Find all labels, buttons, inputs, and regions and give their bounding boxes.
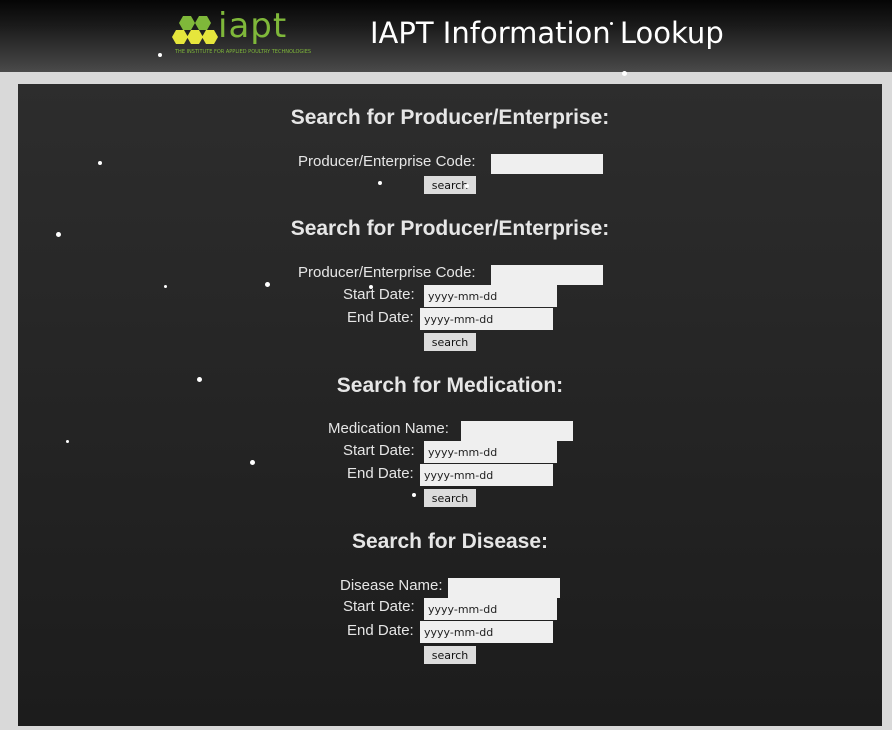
producer-code-label: Producer/Enterprise Code: bbox=[298, 264, 476, 281]
producer-code-input[interactable] bbox=[491, 265, 603, 285]
search-button[interactable]: search bbox=[424, 489, 476, 507]
decorative-dot bbox=[164, 285, 167, 288]
end-date-input[interactable] bbox=[420, 464, 553, 486]
decorative-dot bbox=[197, 377, 202, 382]
page-title: IAPT Information Lookup bbox=[370, 16, 724, 50]
decorative-dot bbox=[610, 22, 613, 25]
iapt-logo[interactable]: iapt THE INSTITUTE FOR APPLIED POULTRY T… bbox=[172, 6, 342, 62]
decorative-dot bbox=[158, 53, 162, 57]
end-date-label: End Date: bbox=[347, 622, 414, 639]
end-date-input[interactable] bbox=[420, 308, 553, 330]
medication-name-label: Medication Name: bbox=[328, 420, 449, 437]
hexagon-logo-icon bbox=[172, 16, 218, 44]
end-date-label: End Date: bbox=[347, 309, 414, 326]
decorative-dot bbox=[56, 232, 61, 237]
end-date-input[interactable] bbox=[420, 621, 553, 643]
logo-tagline: THE INSTITUTE FOR APPLIED POULTRY TECHNO… bbox=[175, 49, 312, 55]
search-button[interactable]: search bbox=[424, 646, 476, 664]
decorative-dot bbox=[98, 161, 102, 165]
section-heading: Search for Producer/Enterprise: bbox=[290, 217, 610, 240]
section-heading: Search for Medication: bbox=[336, 374, 564, 397]
start-date-input[interactable] bbox=[424, 598, 557, 620]
producer-code-label: Producer/Enterprise Code: bbox=[298, 153, 476, 170]
decorative-dot bbox=[66, 440, 69, 443]
producer-code-input[interactable] bbox=[491, 154, 603, 174]
decorative-dot bbox=[378, 181, 382, 185]
disease-name-input[interactable] bbox=[448, 578, 560, 598]
decorative-dot bbox=[412, 493, 416, 497]
section-heading: Search for Producer/Enterprise: bbox=[290, 106, 610, 129]
disease-name-label: Disease Name: bbox=[340, 577, 443, 594]
start-date-label: Start Date: bbox=[343, 598, 415, 615]
site-header: iapt THE INSTITUTE FOR APPLIED POULTRY T… bbox=[0, 0, 892, 72]
start-date-label: Start Date: bbox=[343, 442, 415, 459]
logo-wordmark: iapt bbox=[218, 6, 288, 46]
decorative-dot bbox=[265, 282, 270, 287]
start-date-input[interactable] bbox=[424, 441, 557, 463]
decorative-dot bbox=[622, 71, 627, 76]
decorative-dot bbox=[465, 184, 469, 188]
start-date-input[interactable] bbox=[424, 285, 557, 307]
end-date-label: End Date: bbox=[347, 465, 414, 482]
medication-name-input[interactable] bbox=[461, 421, 573, 441]
decorative-dot bbox=[369, 285, 373, 289]
search-button[interactable]: search bbox=[424, 333, 476, 351]
decorative-dot bbox=[250, 460, 255, 465]
section-heading: Search for Disease: bbox=[351, 530, 549, 553]
start-date-label: Start Date: bbox=[343, 286, 415, 303]
search-panel: Search for Producer/Enterprise: Producer… bbox=[18, 84, 882, 726]
